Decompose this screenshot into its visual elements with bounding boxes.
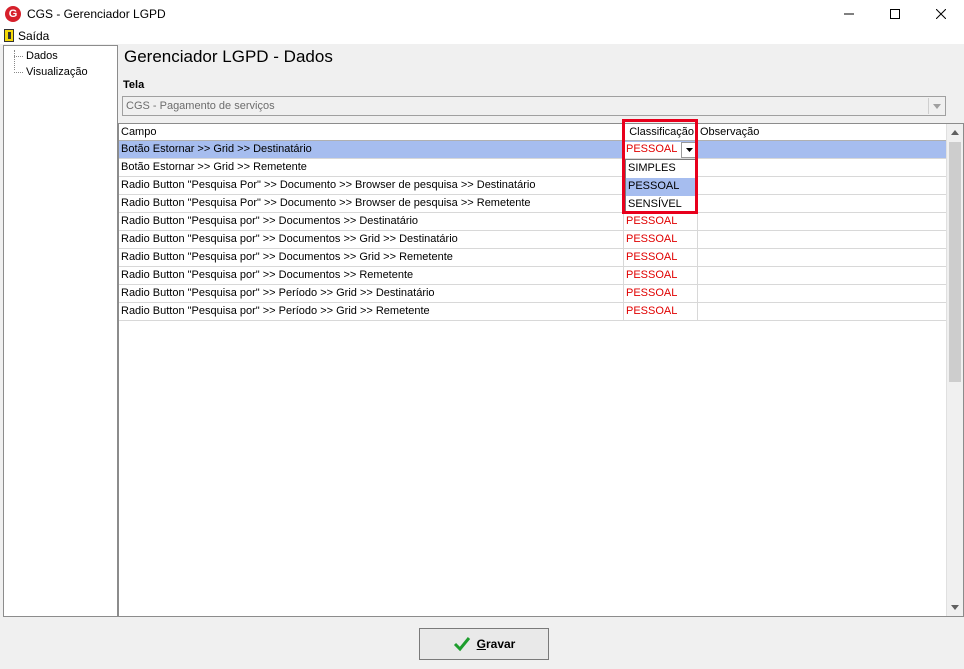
close-button[interactable]: [918, 0, 964, 27]
cell-campo[interactable]: Radio Button "Pesquisa por" >> Documento…: [119, 249, 624, 267]
cell-campo[interactable]: Botão Estornar >> Grid >> Destinatário: [119, 141, 624, 159]
scroll-down-icon[interactable]: [947, 599, 963, 616]
cell-observacao[interactable]: [698, 177, 947, 195]
menu-bar: Saída: [0, 27, 964, 44]
dropdown-option-simples[interactable]: SIMPLES: [626, 160, 697, 178]
column-header-observacao[interactable]: Observação: [698, 124, 947, 141]
cell-observacao[interactable]: [698, 303, 947, 321]
maximize-icon: [890, 8, 900, 19]
checkmark-icon: [453, 636, 471, 652]
cell-classificacao[interactable]: PESSOAL: [624, 303, 698, 321]
table-row[interactable]: Radio Button "Pesquisa por" >> Período >…: [119, 285, 947, 303]
scrollbar-thumb[interactable]: [949, 142, 961, 382]
menu-exit-label: Saída: [18, 28, 50, 43]
cell-campo[interactable]: Radio Button "Pesquisa por" >> Documento…: [119, 267, 624, 285]
cell-classificacao[interactable]: PESSOAL: [624, 249, 698, 267]
window-controls: [826, 0, 964, 27]
tree-branch: [14, 72, 23, 73]
menu-exit[interactable]: Saída: [0, 29, 49, 43]
cell-observacao[interactable]: [698, 213, 947, 231]
tela-select-value: CGS - Pagamento de serviços: [126, 100, 275, 112]
cell-observacao[interactable]: [698, 267, 947, 285]
tela-select[interactable]: CGS - Pagamento de serviços: [122, 96, 946, 116]
grid-body: Botão Estornar >> Grid >> Destinatário B…: [119, 141, 947, 321]
save-button-label: Gravar: [476, 637, 516, 651]
tree-item-label: Visualização: [26, 66, 88, 78]
table-row[interactable]: Botão Estornar >> Grid >> Destinatário: [119, 141, 947, 159]
tree-item-label: Dados: [26, 50, 58, 62]
cell-campo[interactable]: Radio Button "Pesquisa por" >> Período >…: [119, 285, 624, 303]
cell-campo[interactable]: Radio Button "Pesquisa Por" >> Documento…: [119, 177, 624, 195]
maximize-button[interactable]: [872, 0, 918, 27]
grid-header: Campo Classificação Observação: [119, 124, 947, 141]
data-grid: Campo Classificação Observação Botão Est…: [118, 123, 964, 617]
table-row[interactable]: Radio Button "Pesquisa por" >> Documento…: [119, 249, 947, 267]
minimize-icon: [844, 13, 854, 14]
column-header-campo[interactable]: Campo: [119, 124, 624, 141]
cell-observacao[interactable]: [698, 249, 947, 267]
cell-observacao[interactable]: [698, 195, 947, 213]
table-row[interactable]: Radio Button "Pesquisa por" >> Período >…: [119, 303, 947, 321]
vertical-scrollbar[interactable]: [946, 124, 963, 616]
cell-observacao[interactable]: [698, 141, 947, 159]
table-row[interactable]: Radio Button "Pesquisa Por" >> Documento…: [119, 177, 947, 195]
table-row[interactable]: Radio Button "Pesquisa por" >> Documento…: [119, 231, 947, 249]
chevron-down-icon[interactable]: [928, 98, 944, 114]
cell-campo[interactable]: Radio Button "Pesquisa por" >> Período >…: [119, 303, 624, 321]
navigation-tree: Dados Visualização: [3, 45, 118, 617]
cell-campo[interactable]: Radio Button "Pesquisa por" >> Documento…: [119, 213, 624, 231]
save-button[interactable]: Gravar: [419, 628, 549, 660]
dropdown-option-sensivel[interactable]: SENSÍVEL: [626, 196, 697, 214]
page-title: Gerenciador LGPD - Dados: [124, 47, 333, 66]
window-title: CGS - Gerenciador LGPD: [27, 6, 166, 21]
table-row[interactable]: Radio Button "Pesquisa por" >> Documento…: [119, 267, 947, 285]
cell-classificacao[interactable]: PESSOAL: [624, 231, 698, 249]
tela-label: Tela: [123, 79, 145, 91]
table-row[interactable]: Botão Estornar >> Grid >> Remetente: [119, 159, 947, 177]
tree-item-dados[interactable]: Dados: [4, 48, 117, 64]
cell-observacao[interactable]: [698, 231, 947, 249]
dropdown-option-pessoal[interactable]: PESSOAL: [626, 178, 697, 196]
exit-door-icon: [4, 29, 14, 42]
cell-campo[interactable]: Botão Estornar >> Grid >> Remetente: [119, 159, 624, 177]
tree-item-visualizacao[interactable]: Visualização: [4, 64, 117, 80]
table-row[interactable]: Radio Button "Pesquisa por" >> Documento…: [119, 213, 947, 231]
scroll-up-icon[interactable]: [947, 124, 963, 141]
app-logo-icon: G: [5, 5, 21, 22]
cell-classificacao[interactable]: PESSOAL: [624, 285, 698, 303]
combo-editor-value: PESSOAL: [626, 143, 678, 155]
cell-observacao[interactable]: [698, 285, 947, 303]
table-row[interactable]: Radio Button "Pesquisa Por" >> Documento…: [119, 195, 947, 213]
cell-observacao[interactable]: [698, 159, 947, 177]
close-icon: [936, 8, 946, 19]
classificacao-dropdown-list: SIMPLES PESSOAL SENSÍVEL: [625, 159, 698, 213]
cell-campo[interactable]: Radio Button "Pesquisa por" >> Documento…: [119, 231, 624, 249]
classificacao-combo-editor[interactable]: PESSOAL: [625, 142, 698, 158]
title-bar: G CGS - Gerenciador LGPD: [0, 0, 964, 27]
chevron-down-icon[interactable]: [681, 142, 697, 158]
cell-campo[interactable]: Radio Button "Pesquisa Por" >> Documento…: [119, 195, 624, 213]
cell-classificacao[interactable]: PESSOAL: [624, 213, 698, 231]
column-header-classificacao[interactable]: Classificação: [624, 124, 698, 141]
cell-classificacao[interactable]: PESSOAL: [624, 267, 698, 285]
minimize-button[interactable]: [826, 0, 872, 27]
tree-branch: [14, 56, 23, 57]
